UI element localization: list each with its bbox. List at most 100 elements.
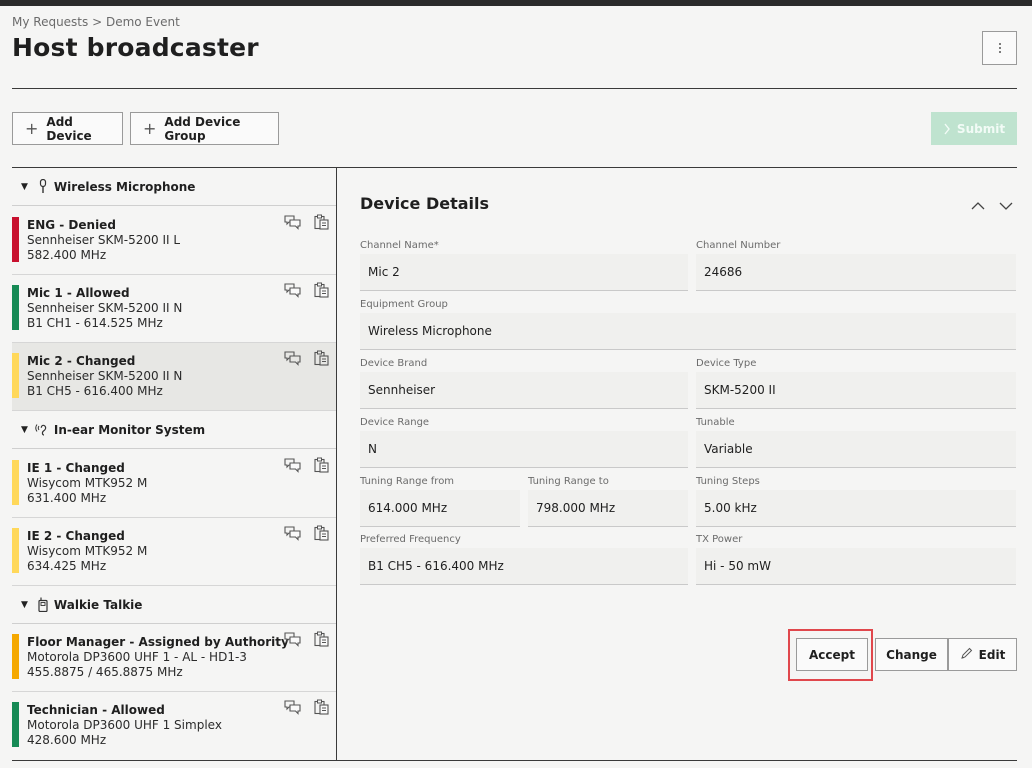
clipboard-icon[interactable] [314,214,329,234]
more-options-button[interactable] [982,31,1017,65]
device-item-mic-1[interactable]: Mic 1 - Allowed Sennheiser SKM-5200 II N… [12,275,336,343]
group-header-in-ear-monitor[interactable]: ▼ In-ear Monitor System [12,411,336,449]
group-header-wireless-microphone[interactable]: ▼ Wireless Microphone [12,168,336,206]
clipboard-icon[interactable] [314,457,329,477]
device-type-label: Device Type [696,358,757,369]
status-bar [12,702,19,747]
breadcrumb[interactable]: My Requests > Demo Event [12,15,180,29]
device-model: Sennheiser SKM-5200 II N [27,301,183,315]
equipment-group-field[interactable]: Wireless Microphone [360,313,1016,350]
device-brand-label: Device Brand [360,358,428,369]
submit-button[interactable]: Submit [931,112,1017,145]
group-label: Walkie Talkie [53,597,143,612]
device-item-floor-manager[interactable]: Floor Manager - Assigned by Authority Mo… [12,624,336,692]
device-model: Sennheiser SKM-5200 II N [27,369,183,383]
comments-icon[interactable] [284,458,301,477]
channel-name-label: Channel Name* [360,240,439,251]
channel-number-field[interactable]: 24686 [696,254,1016,291]
comments-icon[interactable] [284,215,301,234]
clipboard-icon[interactable] [314,699,329,719]
channel-number-label: Channel Number [696,240,781,251]
status-bar [12,634,19,679]
tunable-label: Tunable [696,417,735,428]
device-name: Mic 1 - Allowed [27,286,130,300]
comments-icon[interactable] [284,632,301,651]
device-name: IE 1 - Changed [27,461,125,475]
status-bar [12,528,19,573]
device-name: IE 2 - Changed [27,529,125,543]
equipment-group-label: Equipment Group [360,299,448,310]
change-label: Change [886,647,937,662]
device-model: Wisycom MTK952 M [27,476,148,490]
tx-power-field[interactable]: Hi - 50 mW [696,548,1016,585]
edit-label: Edit [978,647,1006,662]
tunable-field[interactable]: Variable [696,431,1016,468]
comments-icon[interactable] [284,700,301,719]
preferred-frequency-label: Preferred Frequency [360,534,461,545]
device-item-mic-2[interactable]: Mic 2 - Changed Sennheiser SKM-5200 II N… [12,343,336,411]
add-device-group-button[interactable]: + Add Device Group [130,112,279,145]
collapse-triangle-icon: ▼ [21,181,28,192]
device-item-ie-1[interactable]: IE 1 - Changed Wisycom MTK952 M 631.400 … [12,450,336,518]
comments-icon[interactable] [284,526,301,545]
device-frequency: 428.600 MHz [27,733,107,747]
device-frequency: 455.8875 / 465.8875 MHz [27,665,183,679]
tuning-range-from-field[interactable]: 614.000 MHz [360,490,520,527]
tuning-steps-field[interactable]: 5.00 kHz [696,490,1016,527]
walkie-talkie-icon [35,597,51,612]
tuning-range-from-label: Tuning Range from [360,476,455,487]
kebab-icon [998,43,1001,53]
collapse-triangle-icon: ▼ [21,424,28,435]
clipboard-icon[interactable] [314,631,329,651]
device-range-label: Device Range [360,417,430,428]
device-name: Floor Manager - Assigned by Authority [27,635,289,649]
panel-divider [336,167,337,760]
group-label: In-ear Monitor System [53,422,206,437]
add-device-button[interactable]: + Add Device [12,112,123,145]
device-frequency: 582.400 MHz [27,248,107,262]
top-bar [0,0,1032,6]
comments-icon[interactable] [284,283,301,302]
device-item-eng[interactable]: ENG - Denied Sennheiser SKM-5200 II L 58… [12,207,336,275]
preferred-frequency-field[interactable]: B1 CH5 - 616.400 MHz [360,548,688,585]
tuning-steps-label: Tuning Steps [696,476,760,487]
device-item-ie-2[interactable]: IE 2 - Changed Wisycom MTK952 M 634.425 … [12,518,336,586]
clipboard-icon[interactable] [314,525,329,545]
change-button[interactable]: Change [875,638,948,671]
clipboard-icon[interactable] [314,350,329,370]
add-device-label: Add Device [46,114,92,143]
device-name: Technician - Allowed [27,703,165,717]
device-model: Sennheiser SKM-5200 II L [27,233,181,247]
clipboard-icon[interactable] [314,282,329,302]
device-frequency: B1 CH5 - 616.400 MHz [27,384,163,398]
device-model: Motorola DP3600 UHF 1 Simplex [27,718,222,732]
comments-icon[interactable] [284,351,301,370]
status-bar [12,353,19,398]
device-range-field[interactable]: N [360,431,688,468]
header-divider [12,88,1017,89]
group-label: Wireless Microphone [53,179,196,194]
tx-power-label: TX Power [696,534,743,545]
collapse-triangle-icon: ▼ [21,599,28,610]
page-title: Host broadcaster [12,33,259,62]
channel-name-field[interactable]: Mic 2 [360,254,688,291]
device-brand-field[interactable]: Sennheiser [360,372,688,409]
device-model: Motorola DP3600 UHF 1 - AL - HD1-3 [27,650,247,664]
accept-highlight-box [788,629,873,681]
microphone-icon [35,179,51,194]
tuning-range-to-field[interactable]: 798.000 MHz [528,490,688,527]
chevron-down-icon[interactable] [999,196,1013,215]
device-model: Wisycom MTK952 M [27,544,148,558]
status-bar [12,460,19,505]
status-bar [12,285,19,330]
device-name: Mic 2 - Changed [27,354,136,368]
device-item-technician[interactable]: Technician - Allowed Motorola DP3600 UHF… [12,692,336,760]
group-header-walkie-talkie[interactable]: ▼ Walkie Talkie [12,586,336,624]
device-type-field[interactable]: SKM-5200 II [696,372,1016,409]
chevron-up-icon[interactable] [971,196,985,215]
details-title: Device Details [360,194,490,213]
device-frequency: B1 CH1 - 614.525 MHz [27,316,163,330]
status-bar [12,217,19,262]
edit-button[interactable]: Edit [948,638,1017,671]
plus-icon: + [25,118,39,138]
